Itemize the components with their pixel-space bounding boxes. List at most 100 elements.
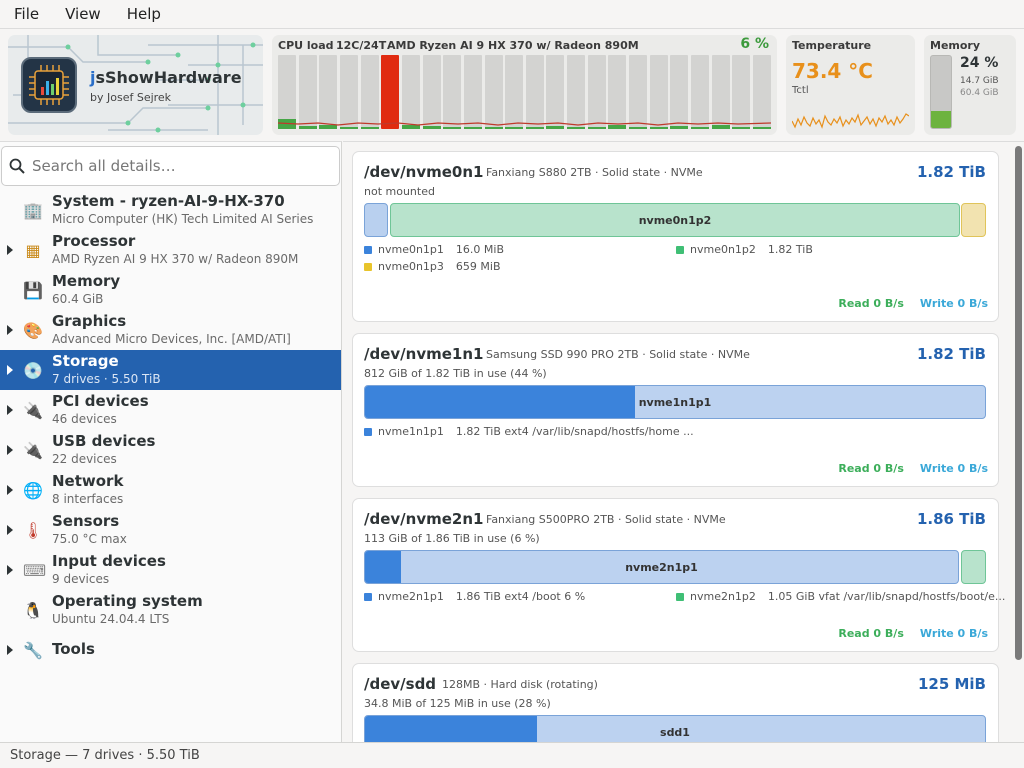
sidebar-item-text: USB devices 22 devices (52, 432, 155, 467)
memory-total: 60.4 GiB (960, 88, 999, 98)
disc-icon: 💿 (23, 361, 43, 380)
sidebar-item-storage[interactable]: 💿 Storage 7 drives · 5.50 TiB (0, 350, 341, 390)
sidebar-item-label: System - ryzen-AI-9-HX-370 (52, 192, 285, 210)
drive-io: Read 0 B/s Write 0 B/s (838, 462, 988, 475)
legend-swatch (676, 592, 684, 601)
menu-help[interactable]: Help (119, 5, 169, 23)
sidebar-item-sub: 9 devices (52, 572, 110, 586)
legend-info: 1.82 TiB ext4 /var/lib/snapd/hostfs/home… (455, 425, 694, 438)
sidebar-item-sub: 22 devices (52, 452, 117, 466)
legend-swatch (364, 592, 372, 601)
expand-caret-icon[interactable] (7, 405, 13, 415)
drive-card[interactable]: /dev/nvme0n1 Fanxiang S880 2TB · Solid st… (352, 151, 999, 322)
legend-name: nvme2n1p2 (690, 590, 756, 603)
legend-name: nvme1n1p1 (378, 425, 444, 438)
plug-icon: 🔌 (23, 401, 43, 420)
drive-card[interactable]: /dev/nvme2n1 Fanxiang S500PRO 2TB · Solid… (352, 498, 1005, 652)
sidebar-item-label: Processor (52, 232, 136, 250)
menu-view[interactable]: View (57, 5, 109, 23)
sidebar-item-sub: Ubuntu 24.04.4 LTS (52, 612, 170, 626)
partition-bar: nvme2n1p1 (364, 550, 986, 584)
drive-io: Read 0 B/s Write 0 B/s (838, 627, 988, 640)
menu-file[interactable]: File (6, 5, 47, 23)
sidebar-item-input-devices[interactable]: ⌨ Input devices 9 devices (0, 550, 341, 590)
sidebar-item-operating-system[interactable]: 🐧 Operating system Ubuntu 24.04.4 LTS (0, 590, 341, 630)
partition-segment[interactable]: sdd1 (364, 715, 986, 742)
drive-size: 1.82 TiB (916, 345, 986, 363)
expand-caret-icon[interactable] (7, 245, 13, 255)
sidebar-item-network[interactable]: 🌐 Network 8 interfaces (0, 470, 341, 510)
legend-info: 1.05 GiB vfat /var/lib/snapd/hostfs/boot… (767, 590, 1006, 603)
partition-label: nvme2n1p1 (625, 560, 698, 574)
legend-info: 1.86 TiB ext4 /boot 6 % (455, 590, 586, 603)
drive-card[interactable]: /dev/nvme1n1 Samsung SSD 990 PRO 2TB · So… (352, 333, 999, 487)
search-input[interactable] (32, 157, 322, 175)
sidebar-item-text: Memory 60.4 GiB (52, 272, 120, 307)
drive-card[interactable]: /dev/sdd 128MB · Hard disk (rotating) 125 … (352, 663, 999, 742)
expand-caret-icon[interactable] (7, 445, 13, 455)
keyboard-icon: ⌨ (23, 561, 47, 580)
penguin-icon: 🐧 (23, 601, 43, 620)
sidebar-item-text: System - ryzen-AI-9-HX-370 Micro Computer… (52, 192, 313, 227)
sidebar-item-tools[interactable]: 🔧 Tools (0, 630, 341, 670)
legend-swatch (676, 245, 684, 254)
expand-caret-icon[interactable] (7, 645, 13, 655)
expand-caret-icon[interactable] (7, 525, 13, 535)
partition-legend-item: nvme2n1p2 1.05 GiB vfat /var/lib/snapd/ho… (676, 590, 1005, 603)
drive-name: /dev/sdd (364, 675, 437, 693)
partition-segment[interactable] (961, 203, 986, 237)
sidebar-item-sub: Advanced Micro Devices, Inc. [AMD/ATI] (52, 332, 291, 346)
sidebar-item-sub: 7 drives · 5.50 TiB (52, 372, 161, 386)
partition-bar: nvme1n1p1 (364, 385, 986, 419)
usb-plug-icon: 🔌 (23, 441, 43, 460)
expand-caret-icon[interactable] (7, 485, 13, 495)
drive-model: 128MB · Hard disk (rotating) (442, 678, 598, 691)
expand-caret-icon[interactable] (7, 565, 13, 575)
sidebar-item-memory[interactable]: 💾 Memory 60.4 GiB (0, 270, 341, 310)
menu-bar: File View Help (0, 0, 1024, 29)
drive-model: Fanxiang S500PRO 2TB · Solid state · NVM… (486, 513, 726, 526)
sidebar-item-processor[interactable]: ▦ Processor AMD Ryzen AI 9 HX 370 w/ Radeo… (0, 230, 341, 270)
memory-used: 14.7 GiB (960, 76, 999, 86)
sidebar-item-label: Storage (52, 352, 119, 370)
drive-usage: 812 GiB of 1.82 TiB in use (44 %) (364, 367, 547, 380)
partition-segment[interactable] (364, 203, 388, 237)
sidebar-nav: 🏢 System - ryzen-AI-9-HX-370 Micro Compute… (0, 190, 341, 670)
partition-legend-item: nvme2n1p1 1.86 TiB ext4 /boot 6 % (364, 590, 585, 603)
temperature-sensor: Tctl (792, 85, 809, 96)
legend-name: nvme0n1p3 (378, 260, 444, 273)
sidebar-item-label: PCI devices (52, 392, 149, 410)
sidebar-item-text: PCI devices 46 devices (52, 392, 149, 427)
partition-used-fill (365, 386, 635, 418)
partition-segment[interactable]: nvme0n1p2 (390, 203, 960, 237)
legend-info: 1.82 TiB (767, 243, 813, 256)
legend-info: 659 MiB (455, 260, 501, 273)
expand-caret-icon[interactable] (7, 325, 13, 335)
partition-segment[interactable]: nvme1n1p1 (364, 385, 986, 419)
sidebar-item-text: Tools (52, 640, 95, 659)
partition-bar: nvme0n1p2 (364, 203, 986, 237)
legend-name: nvme0n1p2 (690, 243, 756, 256)
sidebar: 🏢 System - ryzen-AI-9-HX-370 Micro Compute… (0, 141, 342, 742)
read-speed: Read 0 B/s (838, 627, 904, 640)
sidebar-item-usb-devices[interactable]: 🔌 USB devices 22 devices (0, 430, 341, 470)
partition-segment[interactable]: nvme2n1p1 (364, 550, 959, 584)
sidebar-item-pci-devices[interactable]: 🔌 PCI devices 46 devices (0, 390, 341, 430)
partition-legend-item: nvme0n1p3 659 MiB (364, 260, 501, 273)
sidebar-item-graphics[interactable]: 🎨 Graphics Advanced Micro Devices, Inc. [A… (0, 310, 341, 350)
partition-segment[interactable] (961, 550, 986, 584)
sidebar-item-system-ryzen[interactable]: 🏢 System - ryzen-AI-9-HX-370 Micro Compute… (0, 190, 341, 230)
sidebar-item-sensors[interactable]: 🌡 Sensors 75.0 °C max (0, 510, 341, 550)
temperature-sparkline (792, 113, 909, 129)
storage-details: /dev/nvme0n1 Fanxiang S880 2TB · Solid st… (343, 141, 1024, 742)
search-box[interactable] (1, 146, 340, 186)
memory-card: Memory 24 % 14.7 GiB 60.4 GiB (924, 35, 1016, 135)
expand-caret-icon[interactable] (7, 365, 13, 375)
sidebar-item-text: Input devices 9 devices (52, 552, 166, 587)
content-scrollbar[interactable] (1015, 146, 1022, 660)
cpu-threads: 12C/24T (336, 39, 387, 52)
sidebar-item-label: Tools (52, 640, 95, 658)
sidebar-item-sub: AMD Ryzen AI 9 HX 370 w/ Radeon 890M (52, 252, 299, 266)
cpu-core-bars (278, 55, 771, 129)
legend-name: nvme0n1p1 (378, 243, 444, 256)
